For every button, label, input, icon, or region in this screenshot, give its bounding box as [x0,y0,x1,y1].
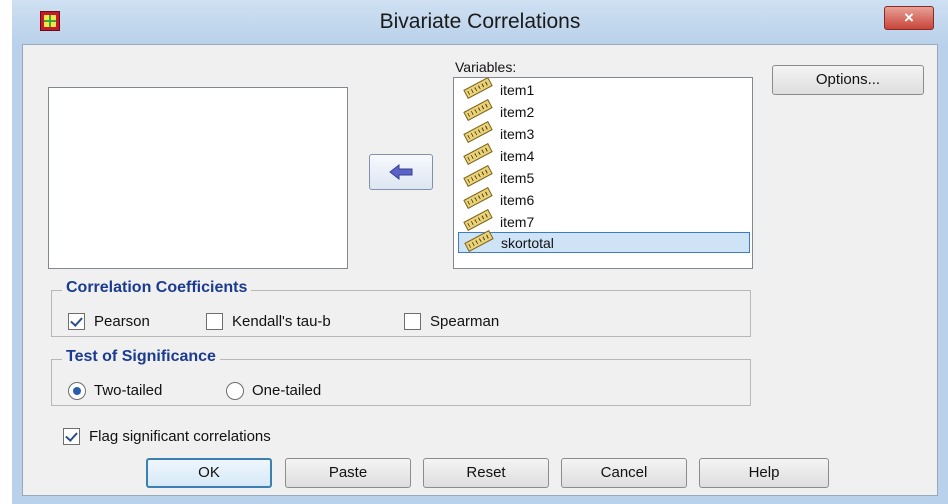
variable-name: item5 [500,170,535,186]
one-tailed-radio[interactable] [226,382,244,400]
scale-variable-icon [463,121,493,143]
dialog-title: Bivariate Correlations [379,10,581,33]
group-title: Correlation Coefficients [62,279,252,297]
pearson-checkbox[interactable] [68,313,85,330]
variable-name: item6 [500,192,535,208]
scale-variable-icon [463,209,493,231]
variable-name: item3 [500,126,535,142]
scale-variable-icon [463,99,493,121]
source-variable-list[interactable] [48,87,348,269]
variable-name: item7 [500,214,535,230]
variable-name: skortotal [501,235,554,251]
reset-button[interactable]: Reset [423,458,549,488]
scale-variable-icon [463,187,493,209]
scale-variable-icon [463,77,493,99]
flag-significant-checkbox[interactable] [63,428,80,445]
title-bar[interactable]: Bivariate Correlations × [12,0,948,44]
list-item[interactable]: item1 [458,77,750,101]
move-variable-button[interactable] [369,154,433,190]
scale-variable-icon [463,143,493,165]
test-of-significance-group: Test of Significance Two-tailed One-tail… [51,348,751,406]
close-button[interactable]: × [884,6,934,30]
two-tailed-radio[interactable] [68,382,86,400]
pearson-label: Pearson [94,313,150,330]
list-item[interactable]: item7 [458,209,750,233]
dialog-window: Bivariate Correlations × Variables: item… [12,0,948,504]
options-button[interactable]: Options... [772,65,924,95]
variables-label: Variables: [455,59,517,75]
dialog-body: Variables: item1 item2 item3 item4 item5 [22,44,938,496]
ok-button[interactable]: OK [146,458,272,488]
close-icon: × [904,8,914,27]
spearman-label: Spearman [430,313,500,330]
list-item[interactable]: item3 [458,121,750,145]
two-tailed-label: Two-tailed [94,382,163,399]
list-item[interactable]: item6 [458,187,750,211]
group-title: Test of Significance [62,348,220,366]
kendall-checkbox[interactable] [206,313,223,330]
list-item[interactable]: item2 [458,99,750,123]
variable-name: item1 [500,82,535,98]
one-tailed-label: One-tailed [252,382,322,399]
scale-variable-icon [464,230,494,252]
scale-variable-icon [463,165,493,187]
correlation-coefficients-group: Correlation Coefficients Pearson Kendall… [51,279,751,337]
arrow-left-icon [389,163,413,181]
help-button[interactable]: Help [699,458,829,488]
cancel-button[interactable]: Cancel [561,458,687,488]
variable-name: item4 [500,148,535,164]
list-item[interactable]: item4 [458,143,750,167]
kendall-label: Kendall's tau-b [232,313,331,330]
list-item[interactable]: item5 [458,165,750,189]
list-item-selected[interactable]: skortotal [458,230,750,253]
flag-significant-label: Flag significant correlations [89,428,271,445]
paste-button[interactable]: Paste [285,458,411,488]
variable-name: item2 [500,104,535,120]
spearman-checkbox[interactable] [404,313,421,330]
variables-list[interactable]: item1 item2 item3 item4 item5 item6 item… [453,77,753,269]
